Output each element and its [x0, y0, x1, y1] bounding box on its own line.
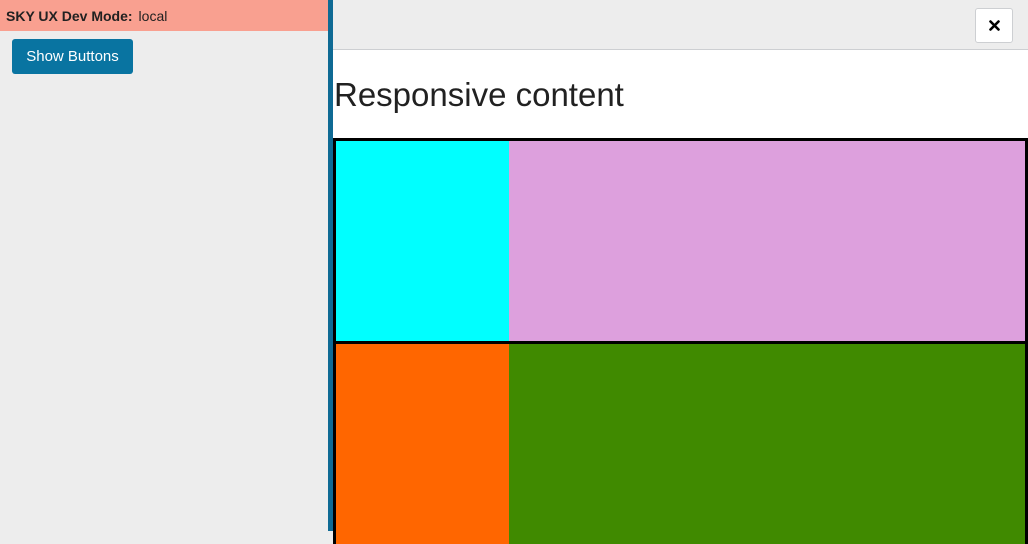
dev-mode-value: local — [138, 7, 168, 24]
green-cell — [509, 344, 1025, 544]
close-icon — [988, 20, 1000, 31]
show-buttons-button[interactable]: Show Buttons — [12, 39, 133, 74]
grid-row-1 — [333, 138, 1028, 344]
dev-mode-bar: SKY UX Dev Mode: local — [0, 0, 328, 31]
left-panel: SKY UX Dev Mode: local Show Buttons — [0, 0, 328, 531]
close-button[interactable] — [975, 8, 1013, 43]
orange-cell — [336, 344, 509, 544]
plum-cell — [509, 141, 1025, 341]
grid-row-2 — [333, 341, 1028, 544]
flyout-panel: Responsive content — [333, 0, 1028, 544]
flyout-header — [333, 0, 1028, 50]
dev-mode-label: SKY UX Dev Mode: — [6, 7, 133, 24]
cyan-cell — [336, 141, 509, 341]
responsive-grid — [333, 138, 1028, 544]
page-title: Responsive content — [334, 76, 624, 113]
